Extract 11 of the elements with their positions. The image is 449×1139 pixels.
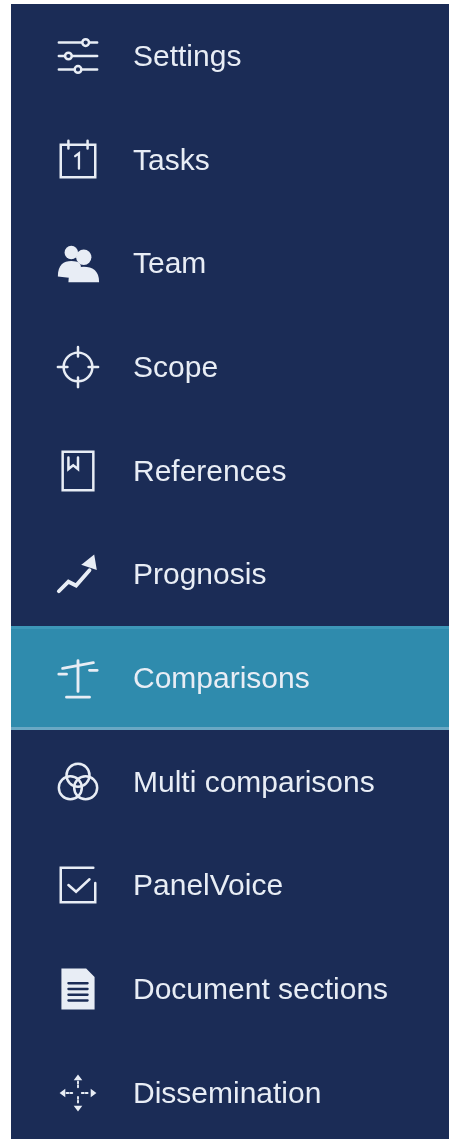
crosshair-icon — [55, 343, 101, 390]
sidebar-item[interactable]: Prognosis — [11, 522, 449, 627]
sidebar-item[interactable]: Dissemination — [11, 1040, 449, 1139]
sidebar-item[interactable]: Multi comparisons — [11, 729, 449, 834]
sidebar-item[interactable]: Settings — [11, 4, 449, 108]
sidebar-item[interactable]: Scope — [11, 315, 449, 419]
sidebar-item[interactable]: References — [11, 418, 449, 523]
sidebar-item[interactable]: PanelVoice — [11, 833, 449, 938]
sidebar-item[interactable]: Team — [11, 211, 449, 316]
sidebar-item[interactable]: Document sections — [11, 937, 449, 1041]
sidebar-item[interactable]: Tasks — [11, 107, 449, 212]
